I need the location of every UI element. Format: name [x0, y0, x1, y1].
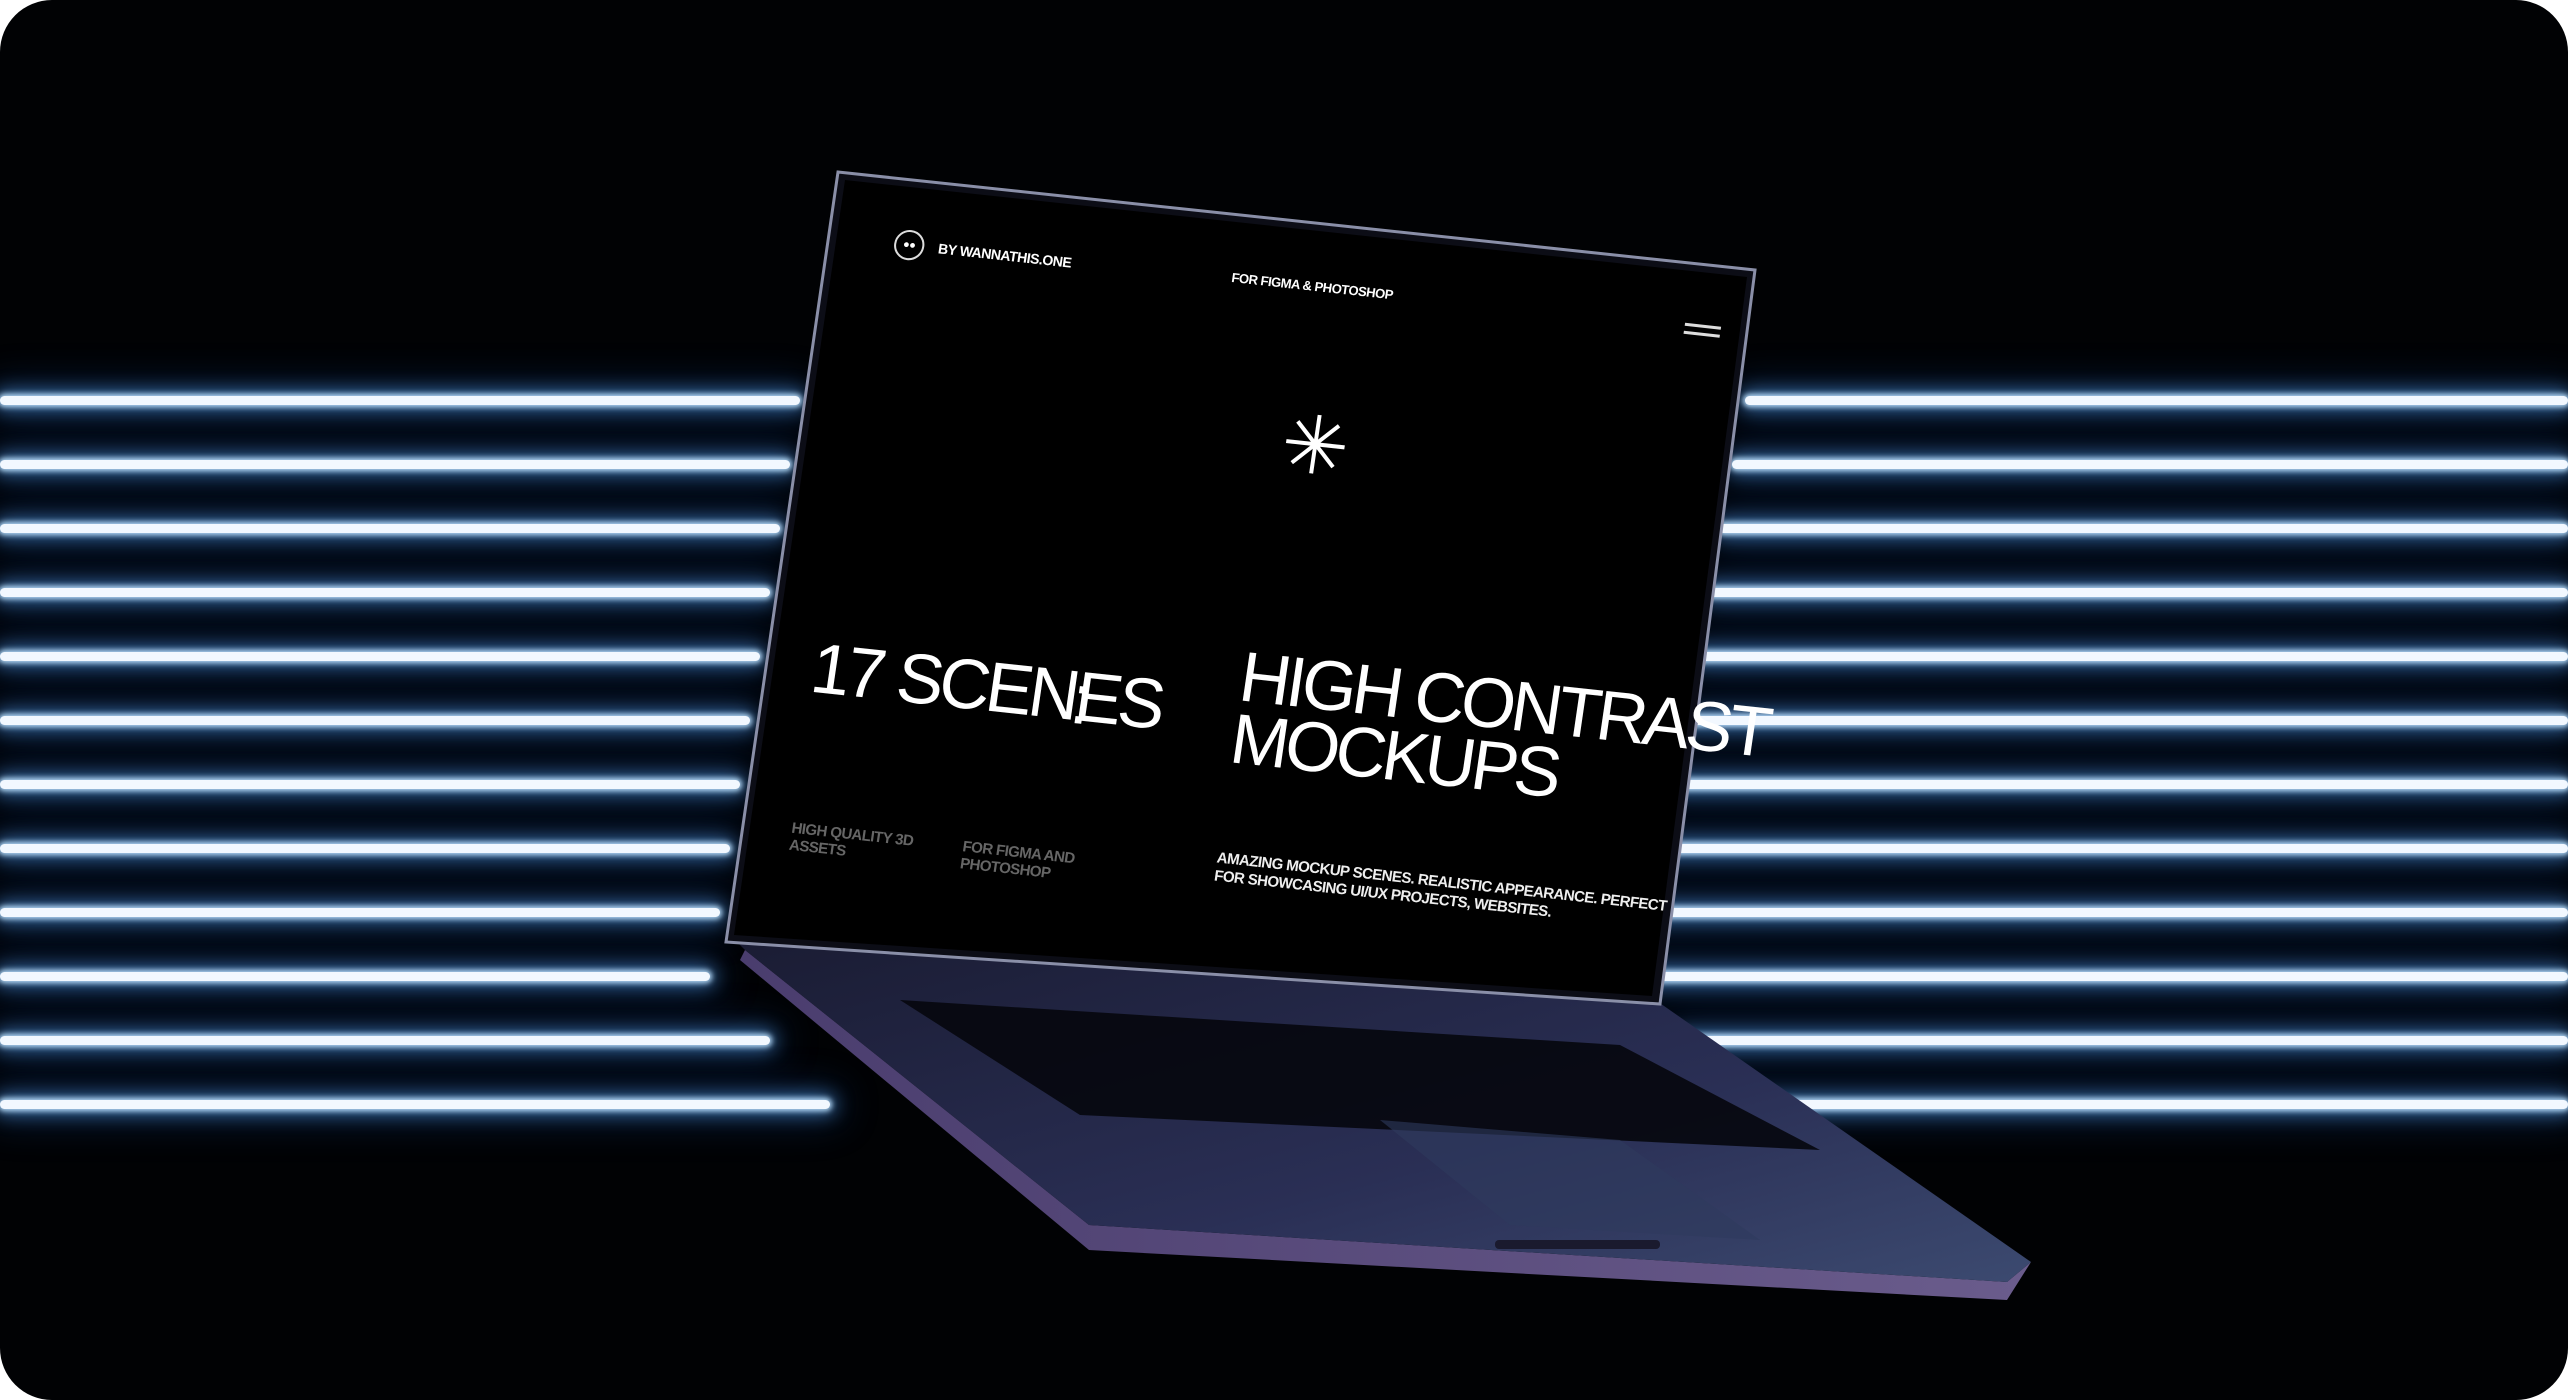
description: AMAZING MOCKUP SCENES. REALISTIC APPEARA… [1213, 849, 1668, 934]
feature-figma-photoshop: FOR FIGMA AND PHOTOSHOP [959, 838, 1076, 884]
mockup-scene: ●● BY WANNATHIS.ONE FOR FIGMA & PHOTOSHO… [0, 0, 2568, 1400]
notch-lip [1495, 1240, 1660, 1249]
brand-logo[interactable]: ●● BY WANNATHIS.ONE [892, 228, 1073, 277]
eyes-logo-icon: ●● [892, 228, 927, 262]
asterisk-icon: ✳ [1275, 397, 1356, 494]
screen-content: ●● BY WANNATHIS.ONE FOR FIGMA & PHOTOSHO… [732, 177, 1774, 1035]
header-subtitle: FOR FIGMA & PHOTOSHOP [1230, 269, 1395, 303]
hamburger-icon[interactable] [1683, 322, 1722, 343]
feature-3d-assets: HIGH QUALITY 3D ASSETS [788, 820, 915, 867]
headline-high-contrast: HIGH CONTRAST MOCKUPS [1226, 637, 1774, 826]
brand-name: BY WANNATHIS.ONE [937, 240, 1073, 271]
headline-scenes: 17 SCENES [806, 628, 1167, 745]
